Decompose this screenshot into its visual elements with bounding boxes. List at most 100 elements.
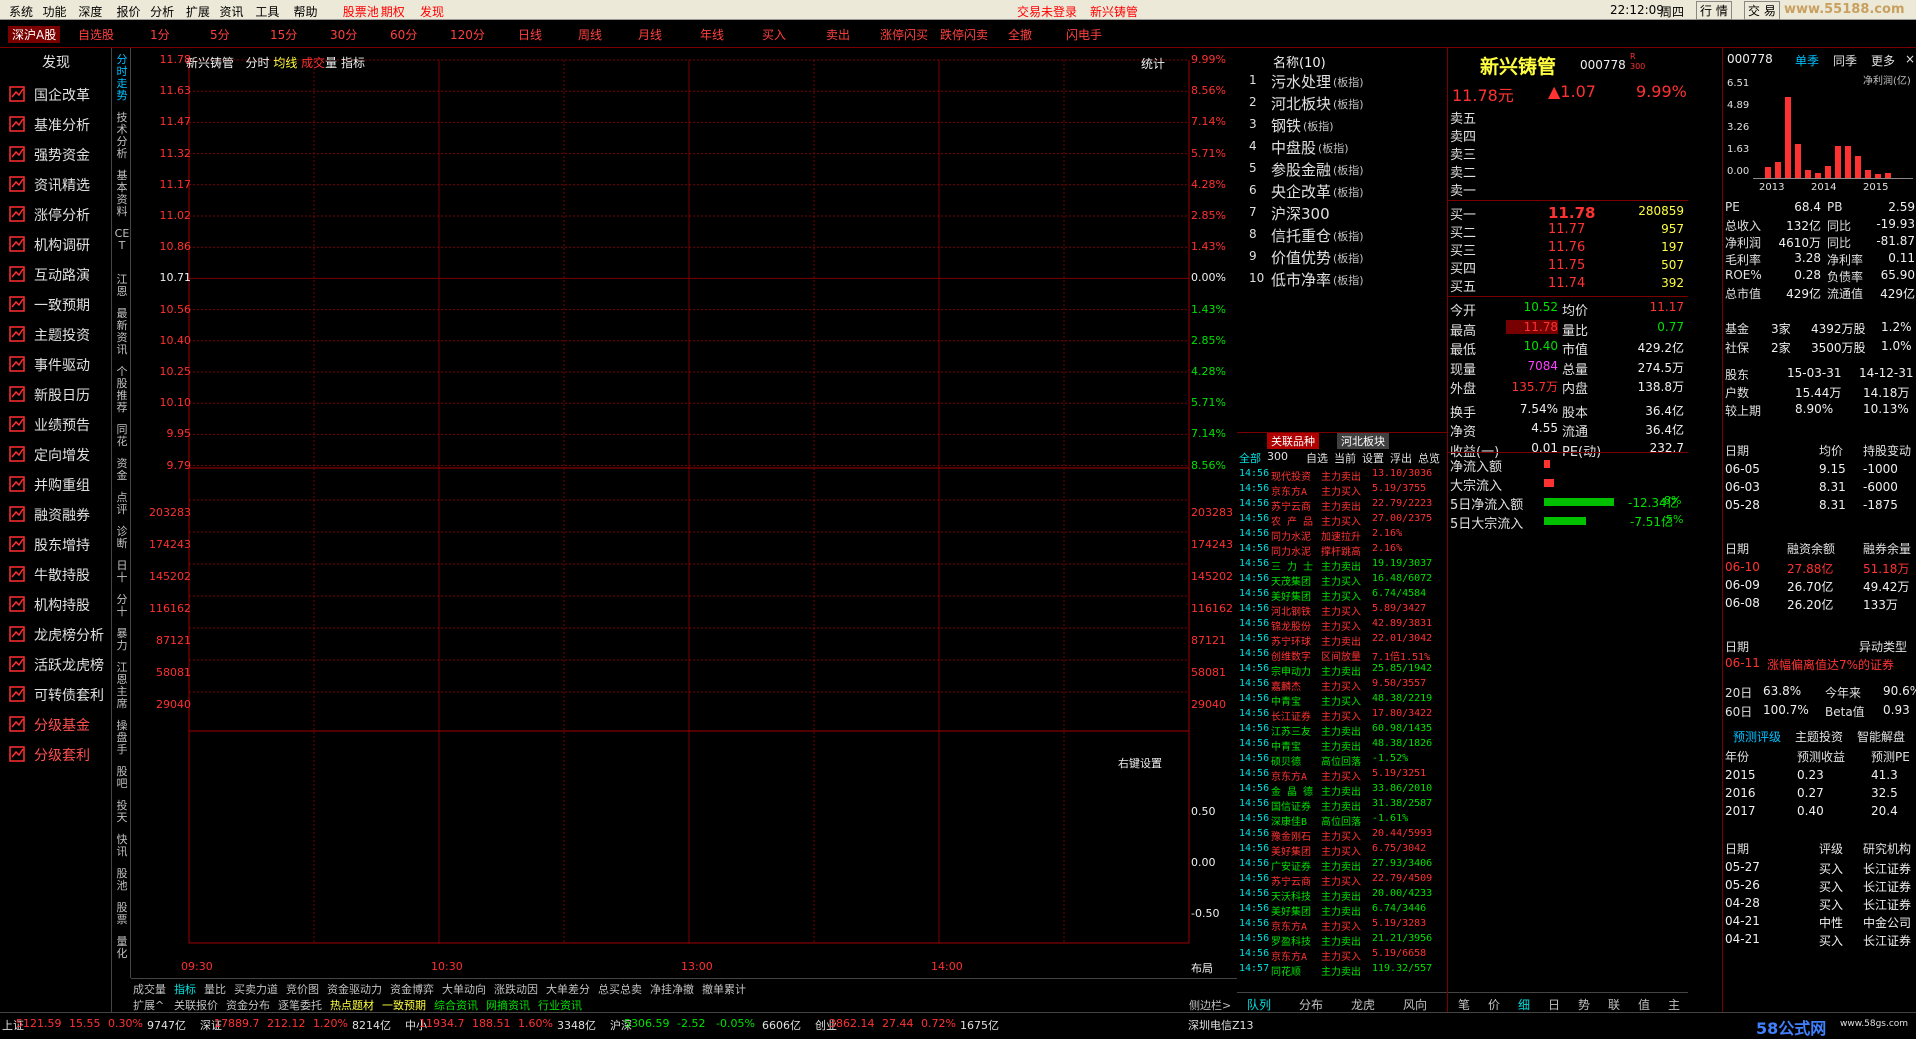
layout-button[interactable]: 布局 bbox=[1191, 960, 1213, 976]
tab-13[interactable]: 买入 bbox=[762, 26, 786, 43]
indicator-tab-5[interactable]: 竞价图 bbox=[286, 981, 319, 997]
tick-row[interactable]: 14:56 宗申动力 主力卖出 25.85/1942 bbox=[1237, 663, 1447, 678]
vtab-9[interactable]: 资金 bbox=[113, 458, 131, 488]
info-tab-9[interactable]: 行业资讯 bbox=[538, 997, 582, 1013]
sidebar-item-14[interactable]: 并购重组 bbox=[6, 471, 110, 497]
tab-2[interactable]: 自选股 bbox=[78, 26, 114, 43]
menu-8[interactable]: 工具 bbox=[255, 3, 279, 20]
indicator-tab-7[interactable]: 资金博弈 bbox=[390, 981, 434, 997]
trade-button[interactable]: 交 易 bbox=[1744, 1, 1780, 20]
tab-6[interactable]: 30分 bbox=[330, 26, 357, 43]
vtab-15[interactable]: 江恩主席 bbox=[113, 662, 131, 716]
info-tab-5[interactable]: 热点题材 bbox=[330, 997, 374, 1013]
tab-18[interactable]: 闪电手 bbox=[1066, 26, 1102, 43]
quote-tab-6[interactable]: 联 bbox=[1608, 996, 1620, 1013]
quote-tab-8[interactable]: 主 bbox=[1668, 996, 1680, 1013]
tick-row[interactable]: 14:56 河北钢铁 主力买入 5.89/3427 bbox=[1237, 603, 1447, 618]
info-tab-2[interactable]: 关联报价 bbox=[174, 997, 218, 1013]
vtab-10[interactable]: 点评 bbox=[113, 492, 131, 522]
tick-row[interactable]: 14:56 中青宝 主力买入 48.38/2219 bbox=[1237, 693, 1447, 708]
tab-8[interactable]: 120分 bbox=[450, 26, 485, 43]
tick-row[interactable]: 14:56 苏宁云商 主力卖出 22.79/2223 bbox=[1237, 498, 1447, 513]
tab-15[interactable]: 涨停闪买 bbox=[880, 26, 928, 43]
sidebar-item-20[interactable]: 活跃龙虎榜 bbox=[6, 651, 110, 677]
vtab-22[interactable]: 量化 bbox=[113, 936, 131, 966]
sidebar-item-4[interactable]: 资讯精选 bbox=[6, 171, 110, 197]
indicator-tab-12[interactable]: 净挂净撤 bbox=[650, 981, 694, 997]
sidebar-item-15[interactable]: 融资融券 bbox=[6, 501, 110, 527]
login-status[interactable]: 交易未登录 bbox=[1017, 3, 1077, 20]
quote-tab-1[interactable]: 笔 bbox=[1458, 996, 1470, 1013]
indicator-tab-4[interactable]: 买卖力道 bbox=[234, 981, 278, 997]
quote-tab-5[interactable]: 势 bbox=[1578, 996, 1590, 1013]
menu-5[interactable]: 分析 bbox=[150, 3, 174, 20]
tab-hebei[interactable]: 河北板块 bbox=[1337, 433, 1389, 449]
tick-row[interactable]: 14:56 嘉麟杰 主力买入 9.50/3557 bbox=[1237, 678, 1447, 693]
hot-row-9[interactable]: 9 价值优势 (板指) bbox=[1237, 246, 1447, 268]
tick-filter-2[interactable]: 300 bbox=[1267, 450, 1288, 463]
sidebar-item-23[interactable]: 分级套利 bbox=[6, 741, 110, 767]
chart-tab-vol2[interactable]: 量 bbox=[325, 56, 337, 70]
sidebar-item-12[interactable]: 业绩预告 bbox=[6, 411, 110, 437]
vtab-18[interactable]: 投天 bbox=[113, 800, 131, 830]
hot-row-7[interactable]: 7 沪深300 bbox=[1237, 202, 1447, 224]
sidebar-item-10[interactable]: 事件驱动 bbox=[6, 351, 110, 377]
indicator-tab-2[interactable]: 指标 bbox=[174, 981, 196, 997]
fund-tab-3[interactable]: 更多 bbox=[1871, 52, 1895, 69]
tab-related[interactable]: 关联品种 bbox=[1267, 433, 1319, 449]
menu-4[interactable]: 报价 bbox=[116, 3, 140, 20]
tick-row[interactable]: 14:56 金 晶 德主力卖出 33.86/2010 bbox=[1237, 783, 1447, 798]
vtab-3[interactable]: 基本资料 bbox=[113, 170, 131, 224]
market-button[interactable]: 行 情 bbox=[1696, 1, 1732, 20]
menu-3[interactable]: 深度 bbox=[78, 3, 102, 20]
tick-filter-5[interactable]: 设置 bbox=[1362, 450, 1384, 466]
vtab-21[interactable]: 股票 bbox=[113, 902, 131, 932]
vtab-7[interactable]: 个股推荐 bbox=[113, 366, 131, 420]
tick-filter-1[interactable]: 全部 bbox=[1239, 450, 1261, 466]
tab-5[interactable]: 15分 bbox=[270, 26, 297, 43]
indicator-tab-11[interactable]: 总买总卖 bbox=[598, 981, 642, 997]
tab-4[interactable]: 5分 bbox=[210, 26, 230, 43]
tick-row[interactable]: 14:56 中青宝 主力卖出 48.38/1826 bbox=[1237, 738, 1447, 753]
hot-row-6[interactable]: 6 央企改革 (板指) bbox=[1237, 180, 1447, 202]
vtab-2[interactable]: 技术分析 bbox=[113, 112, 131, 166]
tick-bottom-tab-3[interactable]: 龙虎 bbox=[1351, 996, 1375, 1013]
indicator-tab-1[interactable]: 成交量 bbox=[133, 981, 166, 997]
tick-row[interactable]: 14:56 美好集团 主力卖出 6.74/3446 bbox=[1237, 903, 1447, 918]
tab-14[interactable]: 卖出 bbox=[826, 26, 850, 43]
vtab-14[interactable]: 暴力 bbox=[113, 628, 131, 658]
tick-row[interactable]: 14:56 农 产 品主力买入 27.00/2375 bbox=[1237, 513, 1447, 528]
vtab-12[interactable]: 日十 bbox=[113, 560, 131, 590]
menu-1[interactable]: 系统 bbox=[9, 3, 33, 20]
tab-9[interactable]: 日线 bbox=[518, 26, 542, 43]
tick-row[interactable]: 14:57 同花顺 主力卖出 119.32/557 bbox=[1237, 963, 1447, 978]
sidebar-item-17[interactable]: 牛散持股 bbox=[6, 561, 110, 587]
tick-row[interactable]: 14:56 罗盈科技 主力卖出 21.21/3956 bbox=[1237, 933, 1447, 948]
hot-row-2[interactable]: 2 河北板块 (板指) bbox=[1237, 92, 1447, 114]
tick-row[interactable]: 14:56 创维数字 区间放量 7.1倍1.51% bbox=[1237, 648, 1447, 663]
tab-17[interactable]: 全撤 bbox=[1008, 26, 1032, 43]
sidebar-item-8[interactable]: 一致预期 bbox=[6, 291, 110, 317]
tick-row[interactable]: 14:56 广安证券 主力卖出 27.93/3406 bbox=[1237, 858, 1447, 873]
menu-6[interactable]: 扩展 bbox=[186, 3, 210, 20]
menu-12[interactable]: 发现 bbox=[420, 3, 444, 20]
vtab-1[interactable]: 分时走势 bbox=[113, 54, 131, 108]
vtab-13[interactable]: 分十 bbox=[113, 594, 131, 624]
sidebar-item-9[interactable]: 主题投资 bbox=[6, 321, 110, 347]
tick-row[interactable]: 14:56 江苏三友 主力卖出 60.98/1435 bbox=[1237, 723, 1447, 738]
tick-row[interactable]: 14:56 京东方A 主力买入 5.19/6658 bbox=[1237, 948, 1447, 963]
info-tab-4[interactable]: 逐笔委托 bbox=[278, 997, 322, 1013]
tick-row[interactable]: 14:56 同力水泥 加速拉升 2.16% bbox=[1237, 528, 1447, 543]
indicator-tab-8[interactable]: 大单动向 bbox=[442, 981, 486, 997]
hot-row-4[interactable]: 4 中盘股 (板指) bbox=[1237, 136, 1447, 158]
sidebar-item-2[interactable]: 基准分析 bbox=[6, 111, 110, 137]
intraday-chart[interactable]: 新兴铸管 分时 均线 成交量 指标 统计 右键设置 布局 11.78 11.63 1… bbox=[131, 48, 1237, 978]
tab-16[interactable]: 跌停闪卖 bbox=[940, 26, 988, 43]
tick-row[interactable]: 14:56 京东方A 主力买入 5.19/3755 bbox=[1237, 483, 1447, 498]
tick-row[interactable]: 14:56 同力水泥 撑杆跳高 2.16% bbox=[1237, 543, 1447, 558]
vtab-8[interactable]: 同花 bbox=[113, 424, 131, 454]
menu-2[interactable]: 功能 bbox=[43, 3, 67, 20]
menu-11[interactable]: 期权 bbox=[381, 3, 405, 20]
vtab-16[interactable]: 操盘手 bbox=[113, 720, 131, 762]
tick-row[interactable]: 14:56 苏宁云商 主力买入 22.79/4509 bbox=[1237, 873, 1447, 888]
